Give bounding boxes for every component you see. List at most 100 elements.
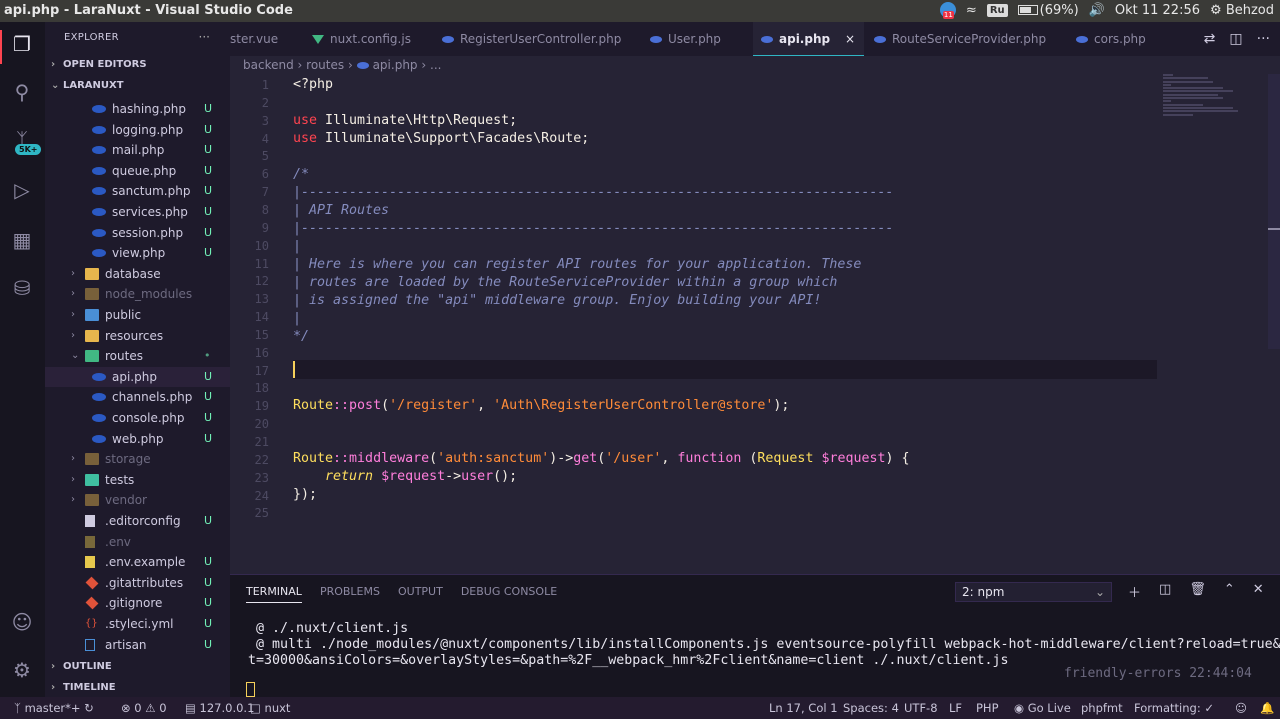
- open-changes-icon[interactable]: ⇄: [1204, 31, 1216, 47]
- git-status-badge: U: [204, 555, 213, 569]
- open-editors-section[interactable]: › OPEN EDITORS: [51, 59, 147, 70]
- tab-nuxt-config[interactable]: nuxt.config.js: [312, 22, 422, 56]
- feedback-icon[interactable]: ☺: [1235, 697, 1247, 719]
- tree-item[interactable]: hashing.php U: [45, 99, 230, 119]
- extensions-icon[interactable]: ▦: [10, 228, 34, 252]
- git-status-badge: •: [204, 349, 211, 363]
- phpfmt-button[interactable]: phpfmt: [1081, 697, 1123, 719]
- code-editor[interactable]: 1 2 3 4 5 6 7 8 9 10 11 12 13 14 15 16 17 18 19 20 21 22 23 24 2…: [230, 74, 1280, 574]
- wifi-icon[interactable]: ≈: [966, 3, 977, 18]
- manage-gear-icon[interactable]: ⚙: [10, 658, 34, 682]
- code-line: | routes are loaded by the RouteServiceP…: [293, 275, 838, 290]
- problems-count[interactable]: ⊗ 0 ⚠ 0: [121, 697, 167, 719]
- tree-item[interactable]: .env: [45, 532, 230, 552]
- tab-route-service-provider[interactable]: RouteServiceProvider.php: [874, 22, 1049, 56]
- git-icon: [85, 596, 99, 610]
- timeline-section[interactable]: › TIMELINE: [51, 682, 116, 693]
- php-icon: [761, 36, 773, 43]
- project-section[interactable]: ⌄ LARANUXT: [51, 80, 124, 91]
- tree-item[interactable]: services.php U: [45, 202, 230, 222]
- tab-terminal[interactable]: TERMINAL: [246, 585, 302, 603]
- formatting-status[interactable]: Formatting: ✓: [1134, 697, 1214, 719]
- close-tab-icon[interactable]: ×: [845, 22, 855, 56]
- tree-item[interactable]: api.php U: [45, 366, 230, 387]
- clock[interactable]: Okt 11 22:56: [1115, 3, 1200, 18]
- tab-problems[interactable]: PROBLEMS: [320, 585, 380, 603]
- split-terminal-icon[interactable]: ◫: [1159, 582, 1171, 601]
- tree-item[interactable]: ⌄ routes •: [45, 346, 230, 366]
- encoding[interactable]: UTF-8: [904, 697, 938, 719]
- git-branch[interactable]: ᛉ master*+ ↻: [14, 697, 94, 719]
- tab-output[interactable]: OUTPUT: [398, 585, 443, 603]
- chevron-right-icon: ›: [71, 494, 75, 506]
- breadcrumb-symbol[interactable]: ...: [430, 58, 441, 72]
- breadcrumb-routes[interactable]: routes: [306, 58, 344, 72]
- maximize-panel-icon[interactable]: ⌃: [1224, 582, 1235, 601]
- active-indicator: [0, 30, 2, 64]
- tree-item[interactable]: web.php U: [45, 429, 230, 449]
- tree-item[interactable]: › vendor: [45, 490, 230, 510]
- search-icon[interactable]: ⚲: [10, 80, 34, 104]
- tree-item[interactable]: › public: [45, 305, 230, 325]
- git-status-badge: U: [204, 205, 213, 218]
- database-icon[interactable]: ⛁: [10, 276, 34, 300]
- tab-debug-console[interactable]: DEBUG CONSOLE: [461, 585, 557, 603]
- tab-api-php[interactable]: api.php ×: [753, 22, 864, 56]
- language-mode[interactable]: PHP: [976, 697, 999, 719]
- tree-item[interactable]: logging.php U: [45, 120, 230, 140]
- tree-item[interactable]: console.php U: [45, 408, 230, 428]
- tree-item[interactable]: queue.php U: [45, 161, 230, 181]
- tree-item[interactable]: artisan U: [45, 635, 230, 655]
- notifications-icon[interactable]: 🔔: [1260, 697, 1274, 719]
- tree-item[interactable]: › node_modules: [45, 284, 230, 304]
- tree-item[interactable]: .gitattributes U: [45, 573, 230, 593]
- tree-item[interactable]: .gitignore U: [45, 593, 230, 613]
- update-notifier-icon[interactable]: 11: [939, 2, 956, 19]
- outline-section[interactable]: › OUTLINE: [51, 661, 112, 672]
- user-menu[interactable]: ⚙ Behzod: [1210, 3, 1274, 18]
- tree-item[interactable]: › database: [45, 264, 230, 284]
- tree-item[interactable]: › resources: [45, 326, 230, 346]
- terminal-line: @ multi ./node_modules/@nuxt/components/…: [248, 637, 1280, 652]
- terminal-select[interactable]: 2: npm ⌄: [955, 582, 1112, 602]
- explorer-icon[interactable]: ❐: [10, 32, 34, 56]
- tab-register-user-controller[interactable]: RegisterUserController.php: [442, 22, 632, 56]
- split-editor-icon[interactable]: ◫: [1229, 31, 1242, 47]
- tree-item[interactable]: view.php U: [45, 243, 230, 263]
- breadcrumb-backend[interactable]: backend: [243, 58, 294, 72]
- editor-scrollbar[interactable]: [1268, 74, 1280, 349]
- breadcrumb-file[interactable]: api.php: [373, 58, 418, 72]
- kill-terminal-icon[interactable]: 🗑: [1189, 582, 1206, 601]
- tab-master-vue[interactable]: ster.vue: [230, 22, 290, 56]
- tree-item-label: console.php: [112, 411, 185, 425]
- volume-icon[interactable]: 🔊: [1089, 3, 1105, 18]
- new-terminal-icon[interactable]: ＋: [1128, 582, 1141, 601]
- explorer-more-icon[interactable]: ···: [199, 30, 210, 44]
- tree-item[interactable]: sanctum.php U: [45, 181, 230, 201]
- tab-user-php[interactable]: User.php: [650, 22, 740, 56]
- minimap[interactable]: [1163, 74, 1238, 134]
- tree-item[interactable]: › tests: [45, 470, 230, 490]
- cursor-position[interactable]: Ln 17, Col 1: [769, 697, 838, 719]
- tree-item[interactable]: › storage: [45, 449, 230, 469]
- tree-item[interactable]: mail.php U: [45, 140, 230, 160]
- chevron-right-icon: ›: [71, 329, 75, 341]
- go-live-button[interactable]: ◉ Go Live: [1014, 697, 1071, 719]
- keyboard-layout[interactable]: Ru: [986, 3, 1008, 17]
- tree-item[interactable]: {} .styleci.yml U: [45, 614, 230, 634]
- more-actions-icon[interactable]: ···: [1257, 31, 1270, 47]
- accounts-icon[interactable]: ☺: [10, 610, 34, 634]
- nuxt-indicator[interactable]: □ nuxt: [250, 697, 290, 719]
- end-of-line[interactable]: LF: [949, 697, 962, 719]
- battery-indicator[interactable]: (69%): [1017, 3, 1079, 18]
- tree-item[interactable]: .env.example U: [45, 552, 230, 572]
- tree-item[interactable]: channels.php U: [45, 387, 230, 407]
- git-status-badge: U: [204, 102, 213, 115]
- tree-item[interactable]: session.php U: [45, 223, 230, 243]
- indentation[interactable]: Spaces: 4: [843, 697, 899, 719]
- close-panel-icon[interactable]: ✕: [1253, 582, 1264, 601]
- tree-item[interactable]: .editorconfig U: [45, 511, 230, 531]
- tab-cors-php[interactable]: cors.php: [1076, 22, 1156, 56]
- host-indicator[interactable]: ▤ 127.0.0.1: [185, 697, 254, 719]
- run-debug-icon[interactable]: ▷: [10, 178, 34, 202]
